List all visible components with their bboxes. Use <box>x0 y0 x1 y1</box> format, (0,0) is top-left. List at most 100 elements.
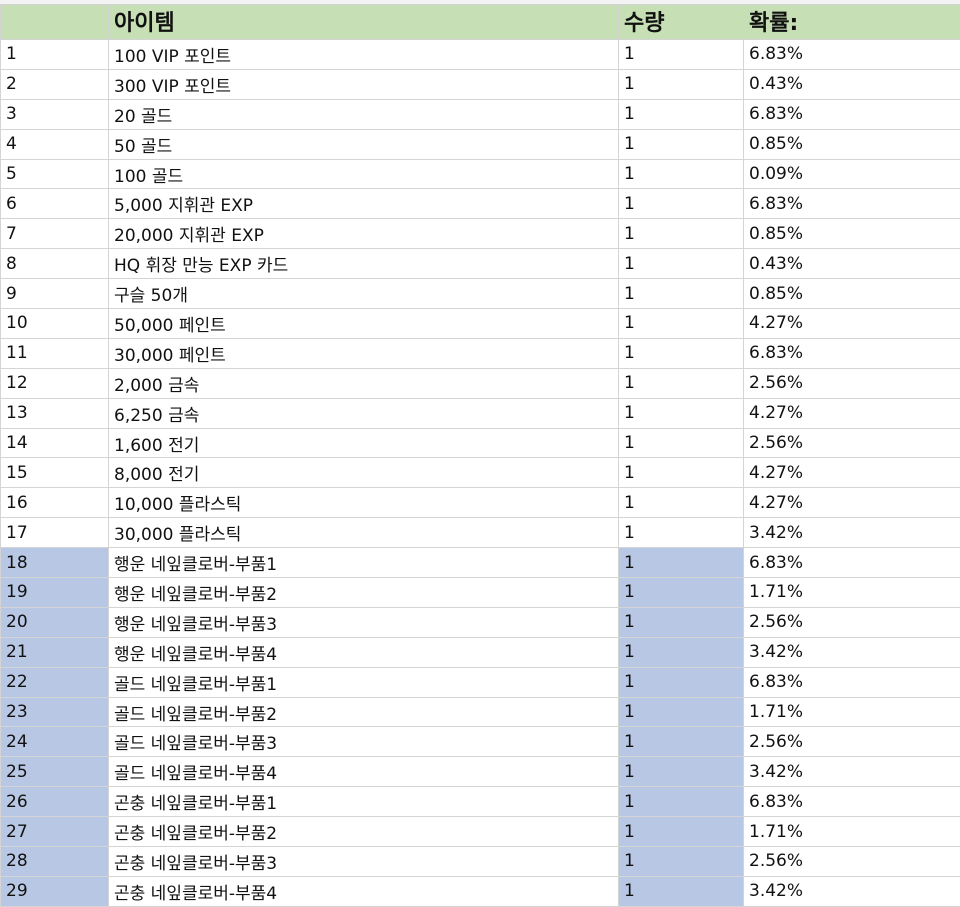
probability-cell[interactable]: 6.83% <box>744 787 960 817</box>
probability-cell[interactable]: 6.83% <box>744 338 960 368</box>
probability-cell[interactable]: 2.56% <box>744 607 960 637</box>
item-name-cell[interactable]: 8,000 전기 <box>109 458 619 488</box>
probability-cell[interactable]: 3.42% <box>744 876 960 906</box>
row-number-cell[interactable]: 23 <box>1 697 109 727</box>
item-name-cell[interactable]: 50 골드 <box>109 129 619 159</box>
item-name-cell[interactable]: 20,000 지휘관 EXP <box>109 219 619 249</box>
probability-cell[interactable]: 3.42% <box>744 518 960 548</box>
probability-cell[interactable]: 6.83% <box>744 667 960 697</box>
quantity-cell[interactable]: 1 <box>619 817 744 847</box>
row-number-cell[interactable]: 28 <box>1 847 109 877</box>
quantity-cell[interactable]: 1 <box>619 697 744 727</box>
probability-cell[interactable]: 2.56% <box>744 368 960 398</box>
row-number-cell[interactable]: 29 <box>1 876 109 906</box>
quantity-cell[interactable]: 1 <box>619 847 744 877</box>
quantity-cell[interactable]: 1 <box>619 219 744 249</box>
quantity-cell[interactable]: 1 <box>619 787 744 817</box>
item-name-cell[interactable]: 골드 네잎클로버-부품4 <box>109 757 619 787</box>
quantity-cell[interactable]: 1 <box>619 189 744 219</box>
probability-cell[interactable]: 0.43% <box>744 249 960 279</box>
probability-cell[interactable]: 2.56% <box>744 727 960 757</box>
row-number-cell[interactable]: 3 <box>1 99 109 129</box>
row-number-cell[interactable]: 11 <box>1 338 109 368</box>
probability-cell[interactable]: 0.43% <box>744 69 960 99</box>
quantity-cell[interactable]: 1 <box>619 69 744 99</box>
probability-cell[interactable]: 1.71% <box>744 817 960 847</box>
quantity-cell[interactable]: 1 <box>619 876 744 906</box>
item-name-cell[interactable]: 50,000 페인트 <box>109 309 619 339</box>
row-number-cell[interactable]: 5 <box>1 159 109 189</box>
row-number-cell[interactable]: 19 <box>1 578 109 608</box>
quantity-cell[interactable]: 1 <box>619 458 744 488</box>
row-number-cell[interactable]: 26 <box>1 787 109 817</box>
item-name-cell[interactable]: HQ 휘장 만능 EXP 카드 <box>109 249 619 279</box>
probability-cell[interactable]: 0.85% <box>744 279 960 309</box>
row-number-cell[interactable]: 27 <box>1 817 109 847</box>
quantity-cell[interactable]: 1 <box>619 548 744 578</box>
quantity-cell[interactable]: 1 <box>619 249 744 279</box>
probability-cell[interactable]: 3.42% <box>744 637 960 667</box>
quantity-cell[interactable]: 1 <box>619 727 744 757</box>
quantity-cell[interactable]: 1 <box>619 428 744 458</box>
row-number-cell[interactable]: 9 <box>1 279 109 309</box>
probability-cell[interactable]: 0.85% <box>744 219 960 249</box>
probability-cell[interactable]: 6.83% <box>744 99 960 129</box>
row-number-cell[interactable]: 10 <box>1 309 109 339</box>
probability-cell[interactable]: 4.27% <box>744 398 960 428</box>
row-number-cell[interactable]: 4 <box>1 129 109 159</box>
item-name-cell[interactable]: 5,000 지휘관 EXP <box>109 189 619 219</box>
row-number-cell[interactable]: 21 <box>1 637 109 667</box>
probability-cell[interactable]: 2.56% <box>744 847 960 877</box>
quantity-cell[interactable]: 1 <box>619 667 744 697</box>
row-number-cell[interactable]: 24 <box>1 727 109 757</box>
item-name-cell[interactable]: 행운 네잎클로버-부품1 <box>109 548 619 578</box>
quantity-cell[interactable]: 1 <box>619 578 744 608</box>
header-probability-cell[interactable]: 확률: <box>744 5 960 40</box>
quantity-cell[interactable]: 1 <box>619 159 744 189</box>
quantity-cell[interactable]: 1 <box>619 279 744 309</box>
item-name-cell[interactable]: 곤충 네잎클로버-부품3 <box>109 847 619 877</box>
probability-cell[interactable]: 4.27% <box>744 488 960 518</box>
item-name-cell[interactable]: 행운 네잎클로버-부품3 <box>109 607 619 637</box>
probability-cell[interactable]: 6.83% <box>744 548 960 578</box>
item-name-cell[interactable]: 곤충 네잎클로버-부품1 <box>109 787 619 817</box>
quantity-cell[interactable]: 1 <box>619 368 744 398</box>
item-name-cell[interactable]: 300 VIP 포인트 <box>109 69 619 99</box>
probability-cell[interactable]: 2.56% <box>744 428 960 458</box>
probability-cell[interactable]: 4.27% <box>744 309 960 339</box>
row-number-cell[interactable]: 22 <box>1 667 109 697</box>
probability-cell[interactable]: 4.27% <box>744 458 960 488</box>
item-name-cell[interactable]: 10,000 플라스틱 <box>109 488 619 518</box>
row-number-cell[interactable]: 20 <box>1 607 109 637</box>
item-name-cell[interactable]: 6,250 금속 <box>109 398 619 428</box>
row-number-cell[interactable]: 15 <box>1 458 109 488</box>
probability-cell[interactable]: 6.83% <box>744 40 960 70</box>
row-number-cell[interactable]: 14 <box>1 428 109 458</box>
quantity-cell[interactable]: 1 <box>619 488 744 518</box>
item-name-cell[interactable]: 30,000 페인트 <box>109 338 619 368</box>
quantity-cell[interactable]: 1 <box>619 338 744 368</box>
item-name-cell[interactable]: 행운 네잎클로버-부품2 <box>109 578 619 608</box>
probability-cell[interactable]: 1.71% <box>744 578 960 608</box>
item-name-cell[interactable]: 골드 네잎클로버-부품1 <box>109 667 619 697</box>
item-name-cell[interactable]: 100 골드 <box>109 159 619 189</box>
quantity-cell[interactable]: 1 <box>619 129 744 159</box>
item-name-cell[interactable]: 골드 네잎클로버-부품3 <box>109 727 619 757</box>
row-number-cell[interactable]: 1 <box>1 40 109 70</box>
row-number-cell[interactable]: 7 <box>1 219 109 249</box>
probability-cell[interactable]: 1.71% <box>744 697 960 727</box>
row-number-cell[interactable]: 13 <box>1 398 109 428</box>
quantity-cell[interactable]: 1 <box>619 757 744 787</box>
row-number-cell[interactable]: 8 <box>1 249 109 279</box>
item-name-cell[interactable]: 1,600 전기 <box>109 428 619 458</box>
row-number-cell[interactable]: 17 <box>1 518 109 548</box>
item-name-cell[interactable]: 구슬 50개 <box>109 279 619 309</box>
item-name-cell[interactable]: 20 골드 <box>109 99 619 129</box>
item-name-cell[interactable]: 골드 네잎클로버-부품2 <box>109 697 619 727</box>
quantity-cell[interactable]: 1 <box>619 607 744 637</box>
row-number-cell[interactable]: 12 <box>1 368 109 398</box>
quantity-cell[interactable]: 1 <box>619 99 744 129</box>
row-number-cell[interactable]: 25 <box>1 757 109 787</box>
header-item-cell[interactable]: 아이템 <box>109 5 619 40</box>
header-quantity-cell[interactable]: 수량 <box>619 5 744 40</box>
